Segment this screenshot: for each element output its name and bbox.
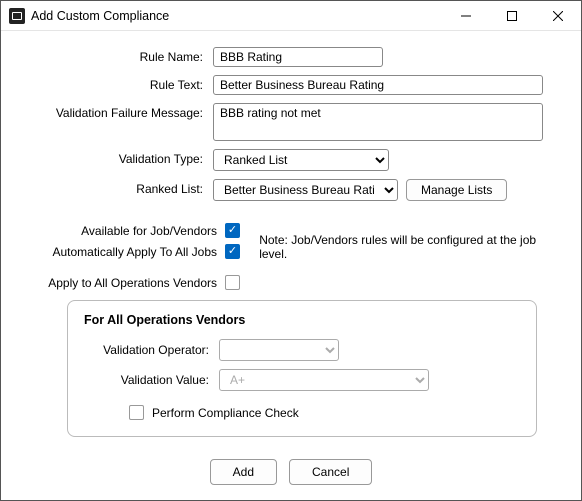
perform-check-label: Perform Compliance Check bbox=[152, 406, 299, 420]
app-icon bbox=[9, 8, 25, 24]
rule-text-input[interactable] bbox=[213, 75, 543, 95]
apply-ops-checkbox[interactable] bbox=[225, 275, 240, 290]
auto-apply-label: Automatically Apply To All Jobs bbox=[17, 245, 225, 259]
group-title: For All Operations Vendors bbox=[84, 313, 520, 327]
operator-select[interactable] bbox=[219, 339, 339, 361]
cancel-button[interactable]: Cancel bbox=[289, 459, 372, 485]
ranked-list-label: Ranked List: bbox=[17, 179, 213, 196]
ranked-list-select[interactable]: Better Business Bureau Rating bbox=[213, 179, 398, 201]
value-select[interactable]: A+ bbox=[219, 369, 429, 391]
failure-message-input[interactable]: BBB rating not met bbox=[213, 103, 543, 141]
value-label: Validation Value: bbox=[84, 373, 219, 387]
perform-check-checkbox[interactable] bbox=[129, 405, 144, 420]
operator-label: Validation Operator: bbox=[84, 343, 219, 357]
rule-name-label: Rule Name: bbox=[17, 47, 213, 64]
available-label: Available for Job/Vendors bbox=[17, 224, 225, 238]
validation-type-select[interactable]: Ranked List bbox=[213, 149, 389, 171]
apply-ops-label: Apply to All Operations Vendors bbox=[17, 276, 225, 290]
validation-type-label: Validation Type: bbox=[17, 149, 213, 166]
failure-message-label: Validation Failure Message: bbox=[17, 103, 213, 120]
minimize-button[interactable] bbox=[443, 1, 489, 30]
auto-apply-checkbox[interactable]: ✓ bbox=[225, 244, 240, 259]
available-checkbox[interactable]: ✓ bbox=[225, 223, 240, 238]
rule-name-input[interactable] bbox=[213, 47, 383, 67]
close-button[interactable] bbox=[535, 1, 581, 30]
window-title: Add Custom Compliance bbox=[31, 9, 443, 23]
rule-text-label: Rule Text: bbox=[17, 75, 213, 92]
add-button[interactable]: Add bbox=[210, 459, 277, 485]
maximize-button[interactable] bbox=[489, 1, 535, 30]
note-text: Note: Job/Vendors rules will be configur… bbox=[247, 223, 565, 261]
manage-lists-button[interactable]: Manage Lists bbox=[406, 179, 507, 201]
